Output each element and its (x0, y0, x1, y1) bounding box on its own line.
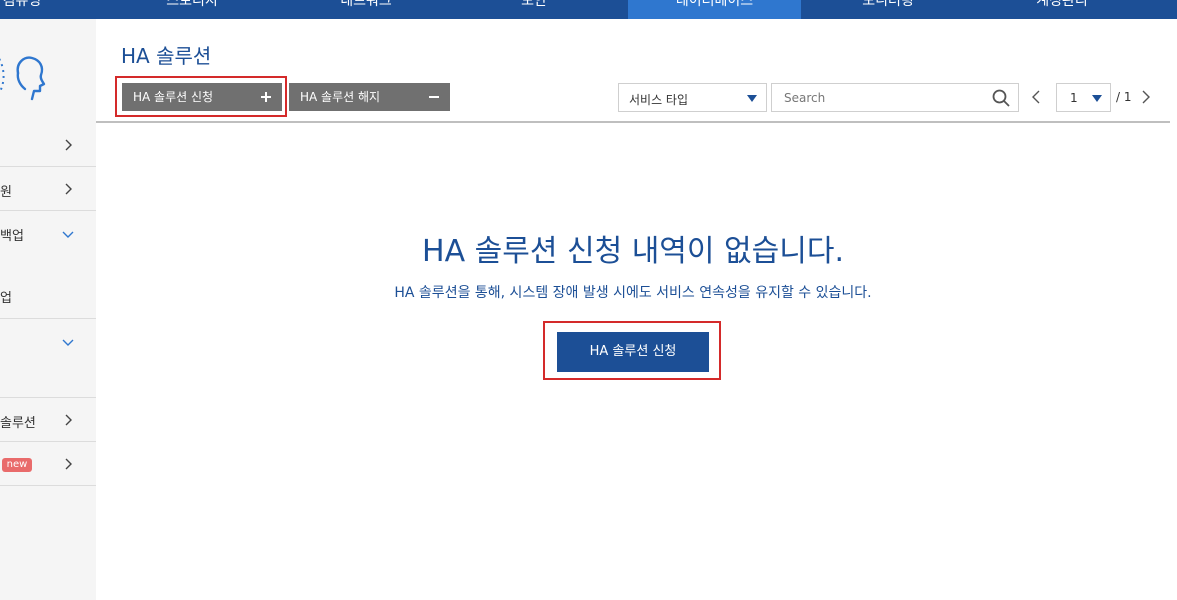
chevron-left-icon[interactable] (1030, 90, 1042, 104)
empty-state-description: HA 솔루션을 통해, 시스템 장애 발생 시에도 서비스 연속성을 유지할 수… (394, 285, 872, 301)
header-divider (96, 121, 1170, 123)
search-box (771, 83, 1019, 112)
highlight-box-main (543, 321, 721, 380)
cancel-ha-button[interactable]: HA 솔루션 해지 (289, 83, 450, 111)
service-type-select[interactable]: 서비스 타입 (618, 83, 767, 112)
sidebar-item-backup[interactable]: 백업 업 (0, 211, 96, 319)
cancel-ha-button-label: HA 솔루션 해지 (300, 90, 381, 104)
search-icon[interactable] (992, 89, 1010, 107)
page-current: 1 (1070, 91, 1078, 105)
page-title: HA 솔루션 (121, 44, 212, 68)
nav-item-security[interactable]: 보안 (464, 0, 604, 19)
page-select[interactable]: 1 (1056, 83, 1111, 112)
chevron-down-icon (62, 231, 74, 238)
sidebar-item-4[interactable] (0, 319, 96, 398)
chevron-right-icon (65, 458, 72, 470)
chevron-down-icon (62, 339, 74, 346)
highlight-box-apply (115, 76, 287, 117)
sidebar-subitem-label[interactable]: 업 (0, 287, 12, 306)
nav-item-computing[interactable]: 컴퓨팅 (0, 0, 64, 19)
sidebar-item-label: 백업 (0, 229, 24, 244)
page-total: / 1 (1116, 90, 1132, 104)
chevron-right-icon (65, 183, 72, 195)
head-logo-icon (0, 56, 46, 101)
sidebar-item-1[interactable] (0, 123, 96, 167)
top-nav: 컴퓨팅 스토리지 네트워크 보안 데이터베이스 모니터링 계정관리 (0, 0, 1177, 19)
nav-item-database[interactable]: 데이터베이스 (628, 0, 801, 19)
nav-item-account[interactable]: 계정관리 (992, 0, 1132, 19)
chevron-right-icon[interactable] (1140, 90, 1152, 104)
nav-item-monitoring[interactable]: 모니터링 (818, 0, 958, 19)
service-type-value: 서비스 타입 (629, 93, 689, 107)
nav-item-network[interactable]: 네트워크 (296, 0, 436, 19)
sidebar-item-label: 솔루션 (0, 416, 36, 431)
caret-down-icon (747, 95, 757, 102)
nav-item-storage[interactable]: 스토리지 (122, 0, 262, 19)
new-badge: new (2, 458, 32, 472)
chevron-right-icon (65, 139, 72, 151)
empty-state-title: HA 솔루션 신청 내역이 없습니다. (422, 234, 844, 269)
caret-down-icon (1092, 95, 1102, 102)
sidebar: 원 백업 업 솔루션 new (0, 19, 96, 600)
search-input[interactable] (772, 84, 982, 111)
sidebar-item-2[interactable]: 원 (0, 167, 96, 211)
sidebar-item-solution[interactable]: 솔루션 (0, 398, 96, 442)
minus-icon (429, 96, 439, 98)
chevron-right-icon (65, 414, 72, 426)
sidebar-item-label: 원 (0, 185, 12, 200)
sidebar-item-new[interactable]: new (0, 442, 96, 486)
